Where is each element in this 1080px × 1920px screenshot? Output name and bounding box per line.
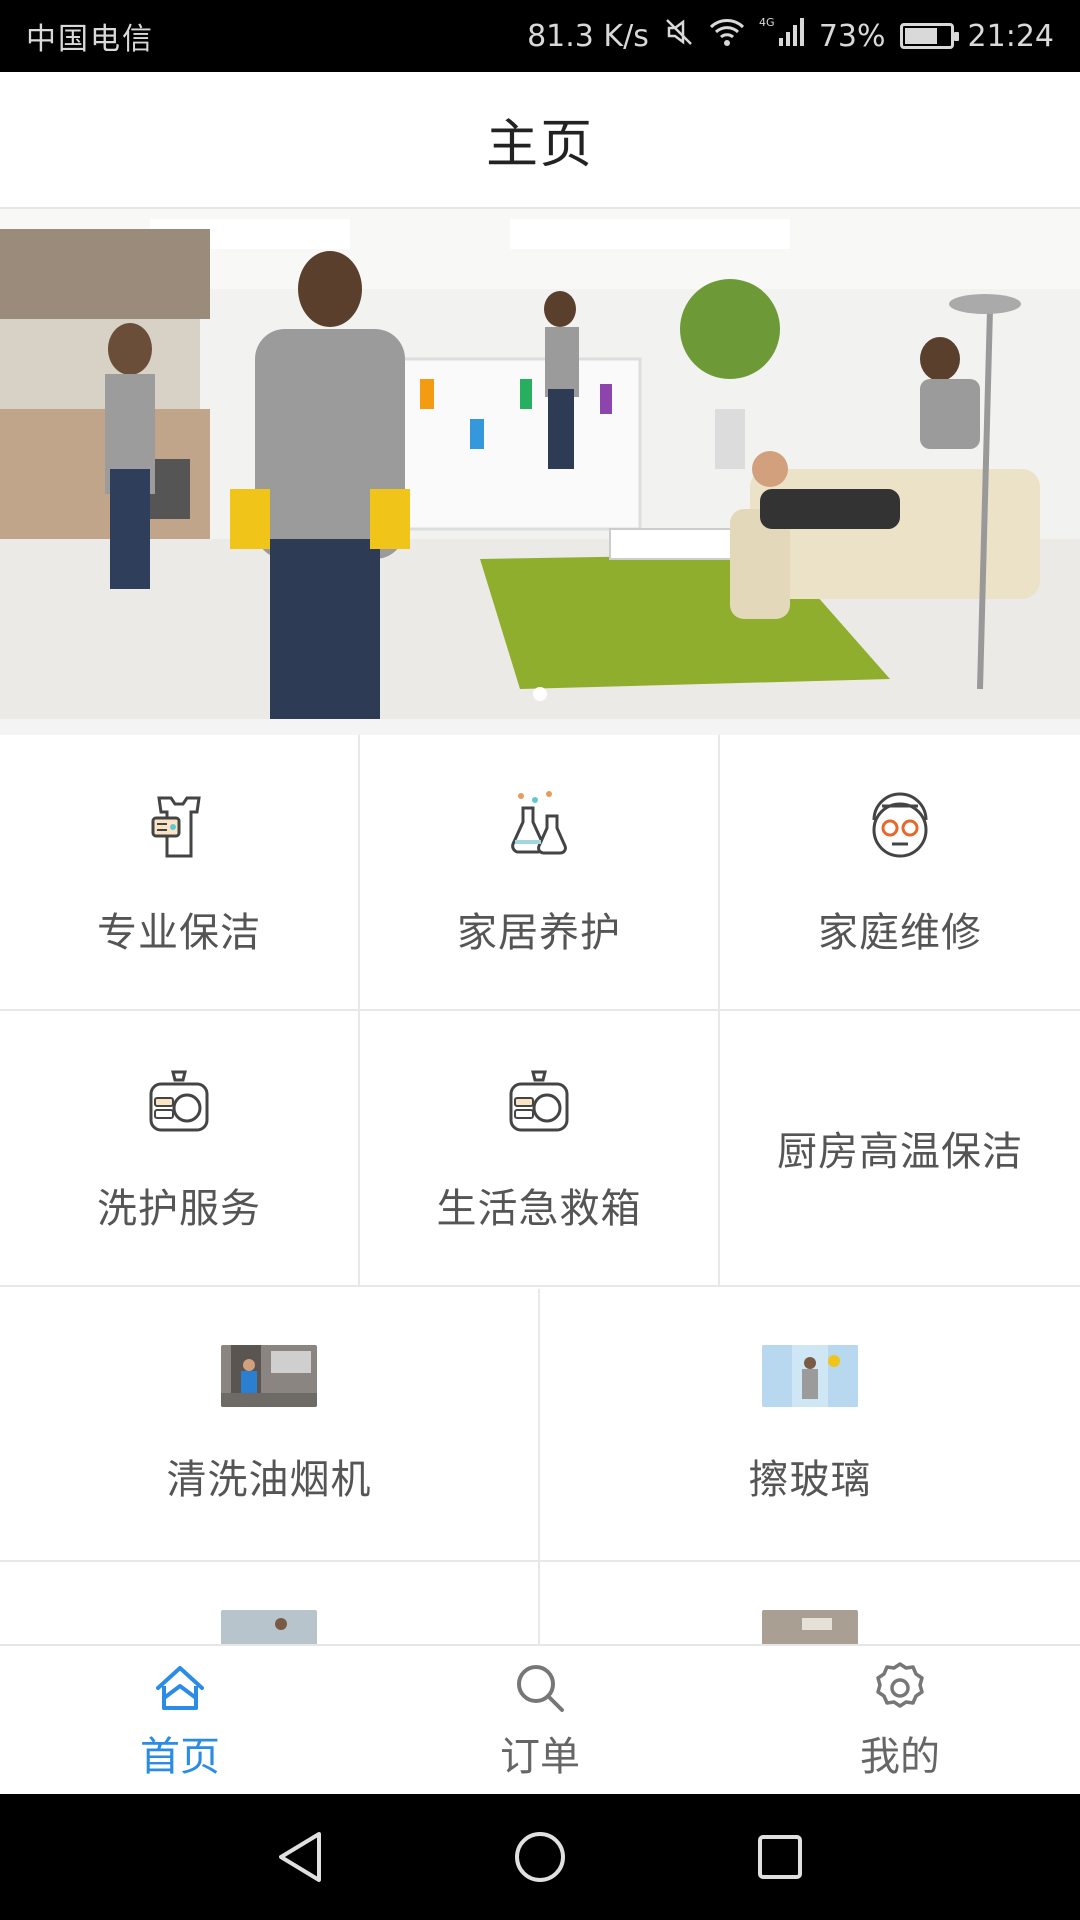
category-label: 厨房高温保洁 [777,1129,1023,1175]
status-bar: 中国电信 81.3 K/s 4G 73% 21:24 [0,0,1080,72]
nav-label: 订单 [500,1734,580,1780]
carousel-dot[interactable] [533,687,547,701]
signal-icon: 4G [759,16,805,56]
service-item-partial[interactable] [0,1562,540,1644]
window-cleaning-photo [762,1344,858,1407]
gear-icon [870,1658,930,1718]
search-icon [510,1658,570,1718]
category-life-emergency-kit[interactable]: 生活急救箱 [360,1011,720,1287]
page-title: 主页 [485,115,594,175]
back-icon[interactable] [270,1827,330,1887]
wifi-icon [709,17,745,55]
title-bar: 主页 [0,72,1080,209]
recents-icon[interactable] [750,1827,810,1887]
mute-icon [663,16,695,56]
category-professional-cleaning[interactable]: 专业保洁 [0,735,360,1011]
section-divider [0,719,1080,735]
flask-icon [499,786,579,866]
banner-carousel[interactable] [0,209,1080,719]
bottom-navigation: 首页 订单 我的 [0,1644,1080,1794]
service-label: 清洗油烟机 [166,1456,372,1503]
category-grid: 专业保洁 家居养护 家庭维修 洗护服务 生活急救箱 厨房高温保洁 [0,735,1080,1287]
service-label: 擦玻璃 [748,1456,872,1503]
nav-label: 首页 [140,1734,220,1780]
washing-machine-icon [499,1062,579,1142]
worker-icon [860,786,940,866]
range-hood-cleaning-photo [221,1344,317,1407]
category-home-repair[interactable]: 家庭维修 [720,735,1080,1011]
uniform-icon [139,786,219,866]
category-label: 生活急救箱 [436,1186,642,1232]
washing-machine-icon [139,1062,219,1142]
net-speed-label: 81.3 K/s [527,18,649,54]
battery-icon [899,23,959,49]
carousel-indicator [0,687,1080,701]
service-item-partial[interactable] [540,1562,1080,1644]
service-list: 清洗油烟机 擦玻璃 [0,1289,1080,1644]
clock: 21:24 [967,18,1054,54]
battery-percent: 73% [818,18,886,54]
carrier-label: 中国电信 [26,22,154,57]
home-icon [150,1658,210,1718]
home-circle-icon[interactable] [510,1827,570,1887]
service-window-cleaning[interactable]: 擦玻璃 [540,1289,1080,1562]
service-photo [221,1610,317,1644]
banner-image [0,209,1080,719]
service-photo [762,1610,858,1644]
category-label: 洗护服务 [97,1186,261,1232]
nav-label: 我的 [860,1734,940,1780]
nav-orders[interactable]: 订单 [360,1646,720,1794]
network-type-label: 4G [759,16,775,29]
battery-fill [904,28,937,44]
service-range-hood-cleaning[interactable]: 清洗油烟机 [0,1289,540,1562]
system-navigation-bar [0,1794,1080,1920]
nav-mine[interactable]: 我的 [720,1646,1080,1794]
category-label: 家庭维修 [818,910,982,956]
category-label: 家居养护 [457,910,621,956]
category-home-care[interactable]: 家居养护 [360,735,720,1011]
category-kitchen-cleaning[interactable]: 厨房高温保洁 [720,1011,1080,1287]
category-laundry-service[interactable]: 洗护服务 [0,1011,360,1287]
category-label: 专业保洁 [97,910,261,956]
nav-home[interactable]: 首页 [0,1646,360,1794]
status-indicators: 81.3 K/s 4G 73% 21:24 [527,16,1054,56]
